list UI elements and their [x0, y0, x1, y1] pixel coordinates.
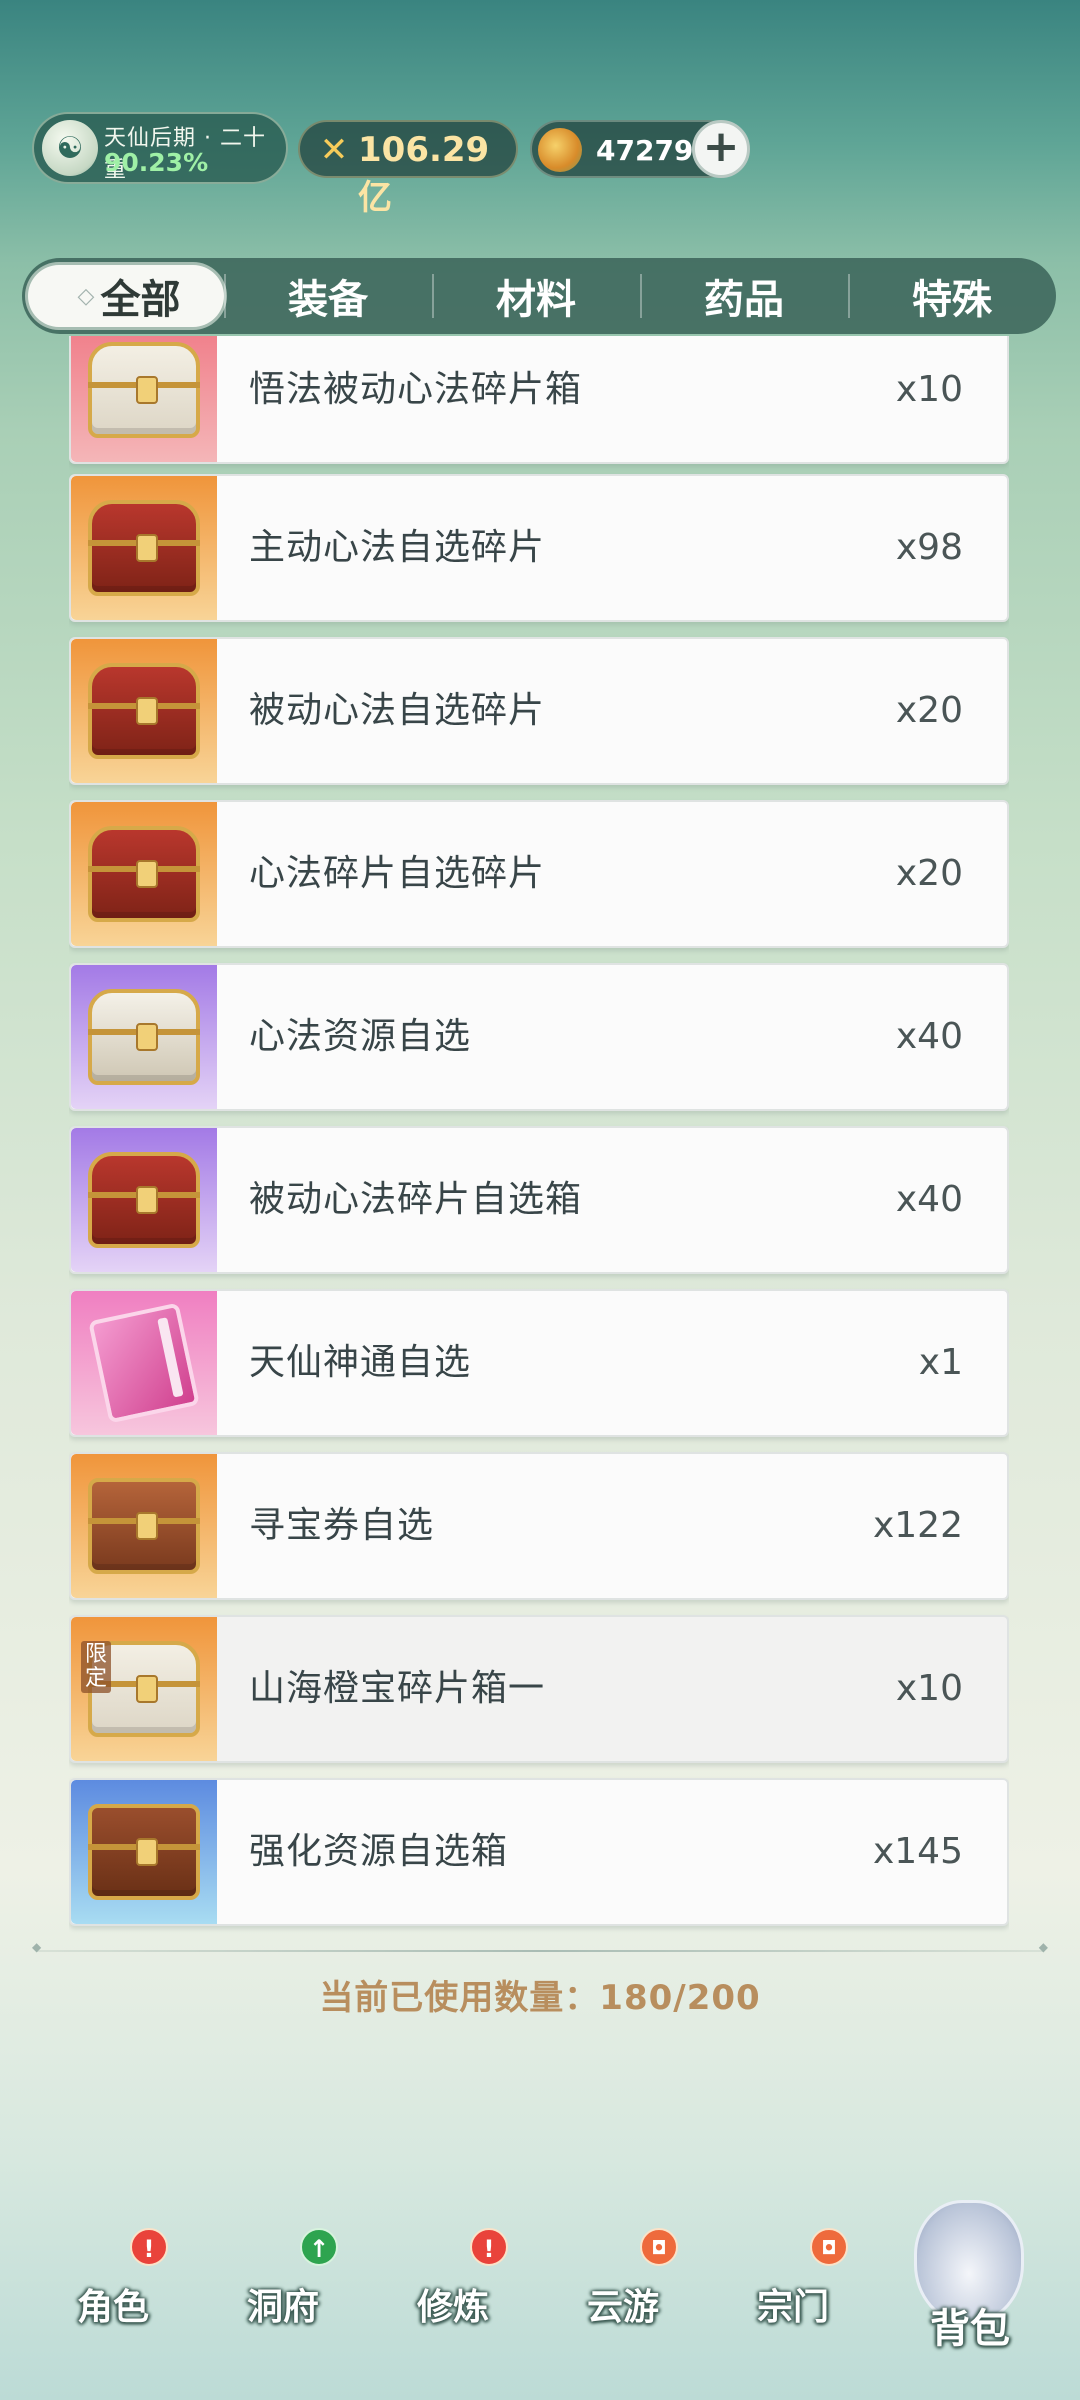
wooden-chest-icon	[88, 1478, 200, 1574]
combat-power-panel[interactable]: ✕ 106.29亿	[298, 120, 518, 218]
item-quantity: x1	[918, 1342, 963, 1383]
tab-label: 全部	[100, 277, 181, 323]
spirit-stone-icon	[538, 128, 582, 172]
plus-icon[interactable]: +	[692, 120, 750, 178]
tab-label: 药品	[704, 277, 784, 323]
tab-medicine[interactable]: 药品	[640, 258, 848, 334]
category-tabs: ◇ 全部 装备 材料 药品 特殊	[22, 258, 1056, 334]
white-chest-icon	[88, 989, 200, 1085]
list-item[interactable]: 限定 山海橙宝碎片箱一 x10	[69, 1615, 1009, 1763]
nav-sect[interactable]: ◘ 宗门	[708, 2210, 878, 2400]
nav-label: 角色	[76, 2287, 149, 2328]
item-quantity: x20	[895, 853, 963, 894]
jade-wooden-chest-icon	[88, 1804, 200, 1900]
tab-label: 特殊	[912, 277, 992, 323]
list-item[interactable]: 被动心法自选碎片 x20	[69, 637, 1009, 785]
gift-badge-icon: ◘	[810, 2228, 848, 2266]
list-item[interactable]: 心法资源自选 x40	[69, 963, 1009, 1111]
item-quantity: x10	[895, 369, 963, 410]
cultivator-avatar-icon: ☯	[42, 120, 98, 176]
gold-white-chest-icon	[88, 342, 200, 438]
item-name: 被动心法自选碎片	[249, 690, 546, 731]
list-divider	[32, 1940, 1048, 1954]
upgrade-arrow-icon: ↑	[300, 2228, 338, 2266]
tab-label: 装备	[288, 277, 368, 323]
item-thumbnail	[71, 1128, 217, 1272]
tab-materials[interactable]: 材料	[432, 258, 640, 334]
item-thumbnail	[71, 802, 217, 946]
item-name: 强化资源自选箱	[249, 1831, 509, 1872]
list-item[interactable]: 主动心法自选碎片 x98	[69, 474, 1009, 622]
tab-equipment[interactable]: 装备	[224, 258, 432, 334]
red-chest-icon	[88, 1152, 200, 1248]
item-name: 心法资源自选	[249, 1016, 472, 1057]
tab-special[interactable]: 特殊	[848, 258, 1056, 334]
tab-label: 材料	[496, 277, 576, 323]
spirit-stone-count: 47279	[596, 134, 694, 167]
nav-label: 云游	[586, 2287, 659, 2328]
nav-travel[interactable]: ◘ 云游	[538, 2210, 708, 2400]
tab-deco-left-icon: ◇	[77, 283, 95, 309]
list-item[interactable]: 强化资源自选箱 x145	[69, 1778, 1009, 1926]
nav-cultivation[interactable]: ! 修炼	[368, 2210, 538, 2400]
item-thumbnail	[71, 1454, 217, 1598]
red-chest-icon	[88, 500, 200, 596]
gift-badge-icon: ◘	[640, 2228, 678, 2266]
nav-label: 修炼	[416, 2287, 489, 2328]
item-name: 悟法被动心法碎片箱	[249, 369, 583, 410]
item-name: 被动心法碎片自选箱	[249, 1179, 583, 1220]
item-thumbnail	[71, 1780, 217, 1924]
crossed-swords-icon: ✕	[319, 130, 349, 170]
item-quantity: x40	[895, 1016, 963, 1057]
item-name: 主动心法自选碎片	[249, 527, 546, 568]
item-thumbnail	[71, 336, 217, 462]
item-name: 山海橙宝碎片箱一	[249, 1668, 546, 1709]
realm-progress: 90.23%	[104, 148, 209, 177]
bag-capacity-text: 当前已使用数量：180/200	[319, 1978, 761, 2018]
nav-bag[interactable]: 背包	[900, 2296, 1040, 2354]
item-name: 心法碎片自选碎片	[249, 853, 546, 894]
item-thumbnail	[71, 639, 217, 783]
limited-tag: 限定	[81, 1641, 111, 1693]
item-quantity: x10	[895, 1668, 963, 1709]
alert-badge-icon: !	[470, 2228, 508, 2266]
nav-character[interactable]: ! 角色	[28, 2210, 198, 2400]
item-name: 天仙神通自选	[249, 1342, 472, 1383]
cultivation-realm-panel[interactable]: ☯ 天仙后期 · 二十重 90.23%	[32, 112, 288, 184]
list-item[interactable]: 心法碎片自选碎片 x20	[69, 800, 1009, 948]
bottom-nav: ! 角色 ↑ 洞府 ! 修炼 ◘ 云游 ◘ 宗门 背包	[0, 2200, 1080, 2400]
red-chest-icon	[88, 663, 200, 759]
item-quantity: x40	[895, 1179, 963, 1220]
list-item[interactable]: 天仙神通自选 x1	[69, 1289, 1009, 1437]
item-quantity: x20	[895, 690, 963, 731]
list-item[interactable]: 寻宝券自选 x122	[69, 1452, 1009, 1600]
nav-cave-dwelling[interactable]: ↑ 洞府	[198, 2210, 368, 2400]
list-item[interactable]: 悟法被动心法碎片箱 x10	[69, 336, 1009, 464]
combat-power-value: 106.29亿	[358, 130, 490, 218]
tab-all[interactable]: ◇ 全部	[28, 265, 224, 327]
status-bar: ☯ 天仙后期 · 二十重 90.23% ✕ 106.29亿 47279 +	[32, 112, 1048, 218]
item-quantity: x98	[895, 527, 963, 568]
item-name: 寻宝券自选	[249, 1505, 435, 1546]
nav-label: 洞府	[246, 2287, 319, 2328]
item-thumbnail	[71, 476, 217, 620]
pink-book-icon	[88, 1302, 200, 1424]
item-thumbnail: 限定	[71, 1617, 217, 1761]
item-quantity: x122	[872, 1505, 963, 1546]
red-chest-icon	[88, 826, 200, 922]
nav-label: 宗门	[756, 2287, 829, 2328]
alert-badge-icon: !	[130, 2228, 168, 2266]
item-quantity: x145	[872, 1831, 963, 1872]
item-thumbnail	[71, 1291, 217, 1435]
item-thumbnail	[71, 965, 217, 1109]
list-item[interactable]: 被动心法碎片自选箱 x40	[69, 1126, 1009, 1274]
inventory-list[interactable]: 悟法被动心法碎片箱 x10 主动心法自选碎片 x98 被动心法自选碎片 x20 …	[69, 336, 1009, 1942]
